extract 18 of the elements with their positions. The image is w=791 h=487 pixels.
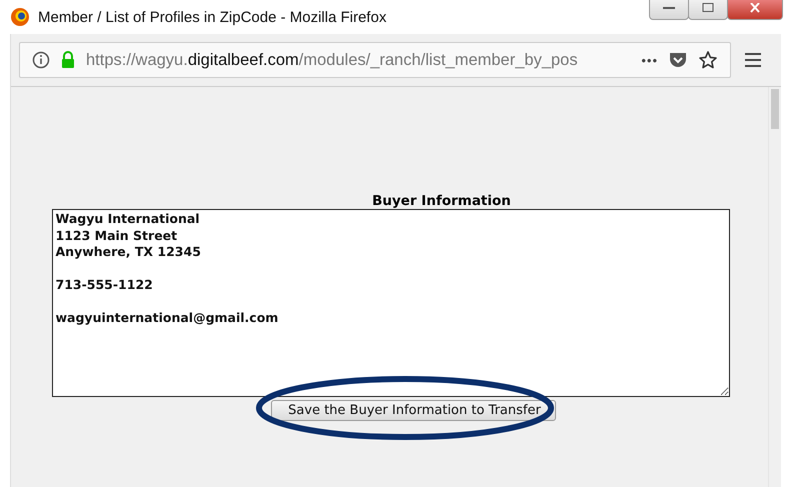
- close-button[interactable]: [727, 0, 783, 20]
- star-icon[interactable]: [698, 50, 718, 70]
- section-heading: Buyer Information: [372, 193, 511, 209]
- padlock-icon: [60, 51, 76, 69]
- url-text: https://wagyu.digitalbeef.com/modules/_ranch/list_member_by_pos: [86, 50, 579, 70]
- address-bar[interactable]: https://wagyu.digitalbeef.com/modules/_ranch/list_member_by_pos •••: [19, 42, 731, 78]
- buyer-info-field[interactable]: Wagyu International 1123 Main Street Anywhere, TX 12345 713-555-1122 wagyuinternational@gmail.com: [52, 209, 730, 397]
- close-icon: [748, 3, 762, 13]
- maximize-icon: [701, 3, 715, 13]
- more-actions-button[interactable]: •••: [641, 52, 658, 68]
- firefox-logo-icon: [10, 7, 30, 27]
- info-icon[interactable]: [32, 51, 50, 69]
- minimize-button[interactable]: [649, 0, 689, 20]
- window-title: Member / List of Profiles in ZipCode - Mozilla Firefox: [38, 8, 386, 26]
- menu-icon[interactable]: [745, 52, 763, 68]
- pocket-icon[interactable]: [668, 51, 688, 69]
- maximize-button[interactable]: [688, 0, 728, 20]
- save-button[interactable]: Save the Buyer Information to Transfer: [271, 400, 556, 421]
